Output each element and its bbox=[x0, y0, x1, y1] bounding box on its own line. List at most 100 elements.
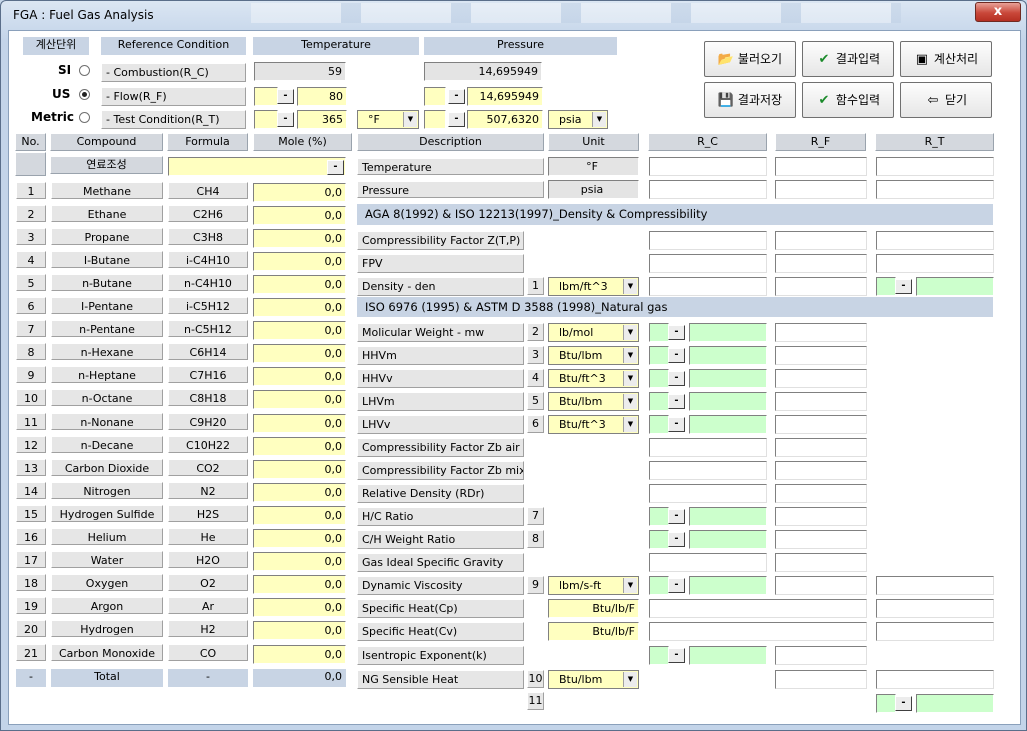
mole-percent-input[interactable]: 0,0 bbox=[253, 598, 346, 617]
unit-radio-metric[interactable] bbox=[79, 112, 90, 123]
temp-extra-field[interactable] bbox=[254, 87, 278, 106]
rc-extra-field[interactable] bbox=[649, 576, 669, 595]
rc-minus-button[interactable]: - bbox=[668, 325, 685, 340]
rf-value[interactable] bbox=[775, 461, 867, 480]
rt-minus-button[interactable]: - bbox=[895, 279, 912, 294]
rt-value[interactable] bbox=[876, 157, 994, 176]
rc-value[interactable] bbox=[689, 576, 767, 595]
rc-value[interactable] bbox=[649, 438, 767, 457]
pressure-unit-select[interactable]: psia ▼ bbox=[548, 110, 608, 129]
rf-value[interactable] bbox=[775, 254, 867, 273]
combustion-temp-field[interactable]: 59 bbox=[254, 62, 346, 81]
title-bar[interactable]: FGA : Fuel Gas Analysis x bbox=[1, 1, 1026, 29]
chevron-down-icon[interactable]: ▼ bbox=[623, 279, 637, 294]
rc-value[interactable] bbox=[649, 484, 767, 503]
property-unit-select[interactable]: Btu/ft^3 ▼ bbox=[548, 369, 639, 388]
rc-minus-button[interactable]: - bbox=[668, 509, 685, 524]
condition-pressure-field[interactable]: 507,6320 bbox=[467, 110, 543, 129]
mole-percent-input[interactable]: 0,0 bbox=[253, 252, 346, 271]
combustion-pressure-field[interactable]: 14,695949 bbox=[424, 62, 542, 81]
rc-minus-button[interactable]: - bbox=[668, 394, 685, 409]
rc-extra-field[interactable] bbox=[649, 507, 669, 526]
rc-extra-field[interactable] bbox=[649, 392, 669, 411]
fuel-composition-minus-button[interactable]: - bbox=[327, 160, 344, 175]
rt-minus-button-bottom[interactable]: - bbox=[895, 696, 912, 711]
rt-value[interactable] bbox=[876, 180, 994, 199]
rc-extra-field[interactable] bbox=[649, 646, 669, 665]
press-extra-field[interactable] bbox=[424, 87, 446, 106]
rf-value[interactable] bbox=[775, 323, 867, 342]
rc-value[interactable] bbox=[689, 392, 767, 411]
press-minus-button[interactable]: - bbox=[448, 112, 465, 127]
rc-extra-field[interactable] bbox=[649, 415, 669, 434]
rc-value[interactable] bbox=[649, 254, 767, 273]
rf-value[interactable] bbox=[775, 157, 867, 176]
rf-value[interactable] bbox=[775, 438, 867, 457]
rc-extra-field[interactable] bbox=[649, 346, 669, 365]
property-unit-select[interactable]: Btu/lbm ▼ bbox=[548, 392, 639, 411]
chevron-down-icon[interactable]: ▼ bbox=[623, 578, 637, 593]
unit-radio-si[interactable] bbox=[79, 65, 90, 76]
close-window-button[interactable]: x bbox=[975, 2, 1021, 22]
mole-percent-input[interactable]: 0,0 bbox=[253, 367, 346, 386]
save-result-button[interactable]: 💾 결과저장 bbox=[704, 82, 796, 118]
mole-percent-input[interactable]: 0,0 bbox=[253, 437, 346, 456]
load-button[interactable]: 📂 불러오기 bbox=[704, 41, 796, 77]
rc-value[interactable] bbox=[649, 553, 767, 572]
rf-value[interactable] bbox=[775, 484, 867, 503]
rf-value[interactable] bbox=[775, 507, 867, 526]
mole-percent-input[interactable]: 0,0 bbox=[253, 529, 346, 548]
rc-value[interactable] bbox=[689, 415, 767, 434]
rf-value[interactable] bbox=[775, 392, 867, 411]
rf-value[interactable] bbox=[775, 369, 867, 388]
rc-extra-field[interactable] bbox=[649, 323, 669, 342]
chevron-down-icon[interactable]: ▼ bbox=[623, 325, 637, 340]
rc-value[interactable] bbox=[689, 323, 767, 342]
property-unit-select[interactable]: Btu/ft^3 ▼ bbox=[548, 415, 639, 434]
rc-value[interactable] bbox=[689, 507, 767, 526]
rc-value[interactable] bbox=[689, 646, 767, 665]
rc-minus-button[interactable]: - bbox=[668, 578, 685, 593]
rf-value[interactable] bbox=[775, 670, 867, 689]
mole-percent-input[interactable]: 0,0 bbox=[253, 229, 346, 248]
rc-extra-field[interactable] bbox=[649, 530, 669, 549]
rt-extra-field-bottom[interactable] bbox=[876, 694, 896, 713]
rt-value[interactable] bbox=[876, 254, 994, 273]
close-button[interactable]: ⇦ 닫기 bbox=[900, 82, 992, 118]
rf-value[interactable] bbox=[775, 346, 867, 365]
mole-percent-input[interactable]: 0,0 bbox=[253, 575, 346, 594]
rc-minus-button[interactable]: - bbox=[668, 417, 685, 432]
rc-minus-button[interactable]: - bbox=[668, 648, 685, 663]
rt-value[interactable] bbox=[876, 599, 994, 618]
rc-value[interactable] bbox=[689, 369, 767, 388]
mole-percent-input[interactable]: 0,0 bbox=[253, 460, 346, 479]
property-unit-select[interactable]: Btu/lbm ▼ bbox=[548, 346, 639, 365]
result-input-button[interactable]: ✔ 결과입력 bbox=[802, 41, 894, 77]
rc-minus-button[interactable]: - bbox=[668, 348, 685, 363]
chevron-down-icon[interactable]: ▼ bbox=[623, 371, 637, 386]
calculate-button[interactable]: ▣ 계산처리 bbox=[900, 41, 992, 77]
mole-percent-input[interactable]: 0,0 bbox=[253, 621, 346, 640]
chevron-down-icon[interactable]: ▼ bbox=[623, 672, 637, 687]
rf-value[interactable] bbox=[775, 530, 867, 549]
rf-value[interactable] bbox=[775, 277, 867, 296]
function-input-button[interactable]: ✔ 함수입력 bbox=[802, 82, 894, 118]
property-unit-select[interactable]: lb/mol ▼ bbox=[548, 323, 639, 342]
rf-value[interactable] bbox=[775, 180, 867, 199]
rc-value[interactable] bbox=[689, 346, 767, 365]
rc-value[interactable] bbox=[649, 180, 767, 199]
mole-percent-input[interactable]: 0,0 bbox=[253, 645, 346, 664]
mole-percent-input[interactable]: 0,0 bbox=[253, 414, 346, 433]
property-unit-select[interactable]: Btu/lbm ▼ bbox=[548, 670, 639, 689]
mole-percent-input[interactable]: 0,0 bbox=[253, 206, 346, 225]
chevron-down-icon[interactable]: ▼ bbox=[403, 112, 417, 127]
rt-value[interactable] bbox=[876, 576, 994, 595]
rt-extra-field[interactable] bbox=[876, 277, 896, 296]
chevron-down-icon[interactable]: ▼ bbox=[623, 348, 637, 363]
rc-value[interactable] bbox=[689, 530, 767, 549]
mole-percent-input[interactable]: 0,0 bbox=[253, 506, 346, 525]
rc-value[interactable] bbox=[649, 599, 867, 618]
mole-percent-input[interactable]: 0,0 bbox=[253, 483, 346, 502]
mole-percent-input[interactable]: 0,0 bbox=[253, 275, 346, 294]
rc-value[interactable] bbox=[649, 622, 867, 641]
